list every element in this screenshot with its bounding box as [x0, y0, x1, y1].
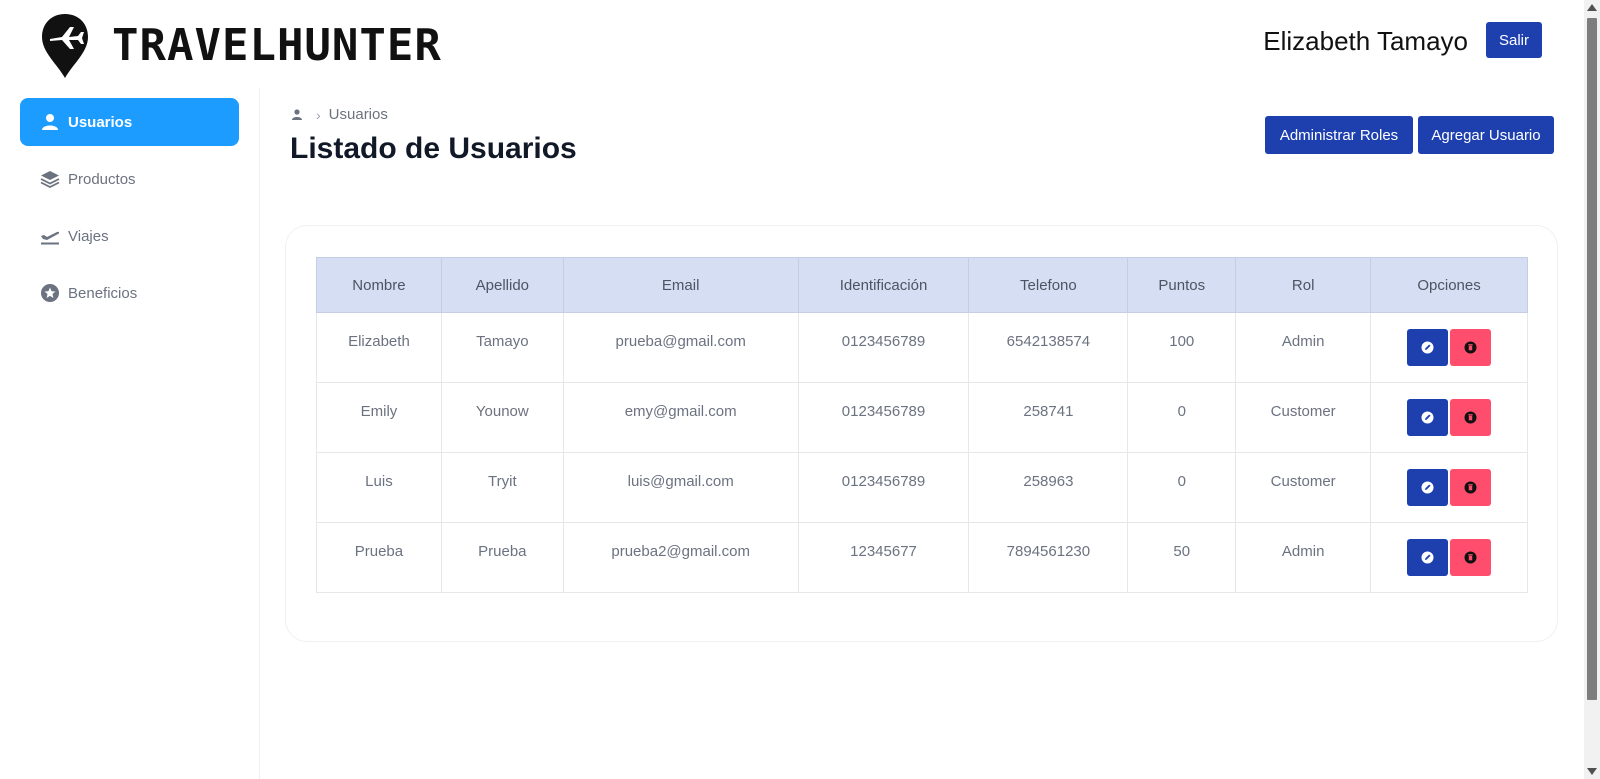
breadcrumb-separator-icon: › — [316, 106, 321, 123]
cell-nombre: Luis — [316, 452, 442, 523]
location-pin-plane-icon — [42, 14, 88, 78]
star-circle-icon — [41, 284, 59, 302]
cell-telefono: 258741 — [968, 382, 1129, 453]
edit-user-button[interactable] — [1407, 539, 1449, 576]
sidebar-item-usuarios[interactable]: Usuarios — [20, 98, 239, 146]
cell-puntos: 100 — [1127, 312, 1237, 383]
cell-rol: Admin — [1235, 522, 1372, 593]
column-header: Telefono — [968, 257, 1129, 313]
cell-telefono: 6542138574 — [968, 312, 1129, 383]
delete-user-button[interactable] — [1450, 399, 1492, 436]
trash-icon — [1464, 341, 1477, 354]
table-header-row: Nombre Apellido Email Identificación Tel… — [316, 257, 1528, 313]
sidebar-item-beneficios[interactable]: Beneficios — [20, 269, 239, 317]
table-row: Prueba Prueba prueba2@gmail.com 12345677… — [316, 522, 1528, 593]
cell-puntos: 0 — [1127, 382, 1237, 453]
cell-opciones — [1370, 382, 1528, 453]
sidebar-item-viajes[interactable]: Viajes — [20, 212, 239, 260]
cell-rol: Admin — [1235, 312, 1372, 383]
sidebar-item-label: Productos — [68, 170, 136, 188]
cell-email: emy@gmail.com — [562, 382, 799, 453]
cell-identificacion: 0123456789 — [797, 312, 970, 383]
cell-nombre: Prueba — [316, 522, 442, 593]
table-row: Luis Tryit luis@gmail.com 0123456789 258… — [316, 452, 1528, 523]
cell-nombre: Emily — [316, 382, 442, 453]
users-table: Nombre Apellido Email Identificación Tel… — [316, 257, 1528, 593]
users-table-card: Nombre Apellido Email Identificación Tel… — [285, 225, 1558, 642]
logo-text: TRAVELHUNTER — [112, 20, 442, 71]
table-row: Emily Younow emy@gmail.com 0123456789 25… — [316, 382, 1528, 453]
cell-nombre: Elizabeth — [316, 312, 442, 383]
scroll-down-arrow-icon[interactable] — [1587, 768, 1597, 775]
scroll-thumb[interactable] — [1587, 18, 1597, 700]
cell-identificacion: 12345677 — [797, 522, 970, 593]
cell-puntos: 50 — [1127, 522, 1237, 593]
logout-button[interactable]: Salir — [1486, 22, 1542, 58]
cell-apellido: Prueba — [440, 522, 564, 593]
delete-user-button[interactable] — [1450, 329, 1492, 366]
cell-identificacion: 0123456789 — [797, 452, 970, 523]
column-header: Nombre — [316, 257, 442, 313]
layers-icon — [40, 171, 60, 189]
column-header: Puntos — [1127, 257, 1237, 313]
edit-icon — [1421, 551, 1434, 564]
page-title: Listado de Usuarios — [290, 132, 577, 165]
column-header: Apellido — [440, 257, 564, 313]
delete-user-button[interactable] — [1450, 539, 1492, 576]
cell-identificacion: 0123456789 — [797, 382, 970, 453]
cell-apellido: Tryit — [440, 452, 564, 523]
cell-email: prueba@gmail.com — [562, 312, 799, 383]
cell-email: prueba2@gmail.com — [562, 522, 799, 593]
edit-user-button[interactable] — [1407, 329, 1449, 366]
breadcrumb-current: Usuarios — [328, 106, 388, 123]
user-icon[interactable] — [290, 108, 304, 122]
trash-icon — [1464, 411, 1477, 424]
sidebar-item-label: Viajes — [68, 227, 109, 245]
breadcrumb: › Usuarios — [290, 106, 388, 123]
edit-user-button[interactable] — [1407, 469, 1449, 506]
manage-roles-button[interactable]: Administrar Roles — [1265, 116, 1413, 154]
cell-opciones — [1370, 312, 1528, 383]
edit-icon — [1421, 341, 1434, 354]
app-logo[interactable]: TRAVELHUNTER — [40, 12, 442, 80]
cell-rol: Customer — [1235, 452, 1372, 523]
add-user-button[interactable]: Agregar Usuario — [1418, 116, 1554, 154]
trash-icon — [1464, 551, 1477, 564]
table-row: Elizabeth Tamayo prueba@gmail.com 012345… — [316, 312, 1528, 383]
top-header: TRAVELHUNTER Elizabeth Tamayo Salir — [0, 0, 1584, 88]
sidebar-item-productos[interactable]: Productos — [20, 155, 239, 203]
cell-opciones — [1370, 452, 1528, 523]
cell-rol: Customer — [1235, 382, 1372, 453]
column-header: Opciones — [1370, 257, 1528, 313]
cell-apellido: Tamayo — [440, 312, 564, 383]
edit-icon — [1421, 411, 1434, 424]
cell-telefono: 7894561230 — [968, 522, 1129, 593]
column-header: Rol — [1235, 257, 1372, 313]
plane-departure-icon — [41, 231, 60, 245]
current-user-name: Elizabeth Tamayo — [1263, 26, 1468, 56]
edit-icon — [1421, 481, 1434, 494]
user-icon — [42, 114, 58, 130]
edit-user-button[interactable] — [1407, 399, 1449, 436]
column-header: Identificación — [797, 257, 970, 313]
cell-opciones — [1370, 522, 1528, 593]
cell-email: luis@gmail.com — [562, 452, 799, 523]
column-header: Email — [562, 257, 799, 313]
cell-puntos: 0 — [1127, 452, 1237, 523]
cell-apellido: Younow — [440, 382, 564, 453]
vertical-scrollbar[interactable] — [1584, 0, 1600, 779]
sidebar-item-label: Usuarios — [68, 113, 133, 131]
sidebar-item-label: Beneficios — [68, 284, 138, 302]
scroll-up-arrow-icon[interactable] — [1587, 4, 1597, 11]
sidebar: Usuarios Productos Viajes Beneficios — [0, 88, 260, 779]
trash-icon — [1464, 481, 1477, 494]
cell-telefono: 258963 — [968, 452, 1129, 523]
delete-user-button[interactable] — [1450, 469, 1492, 506]
